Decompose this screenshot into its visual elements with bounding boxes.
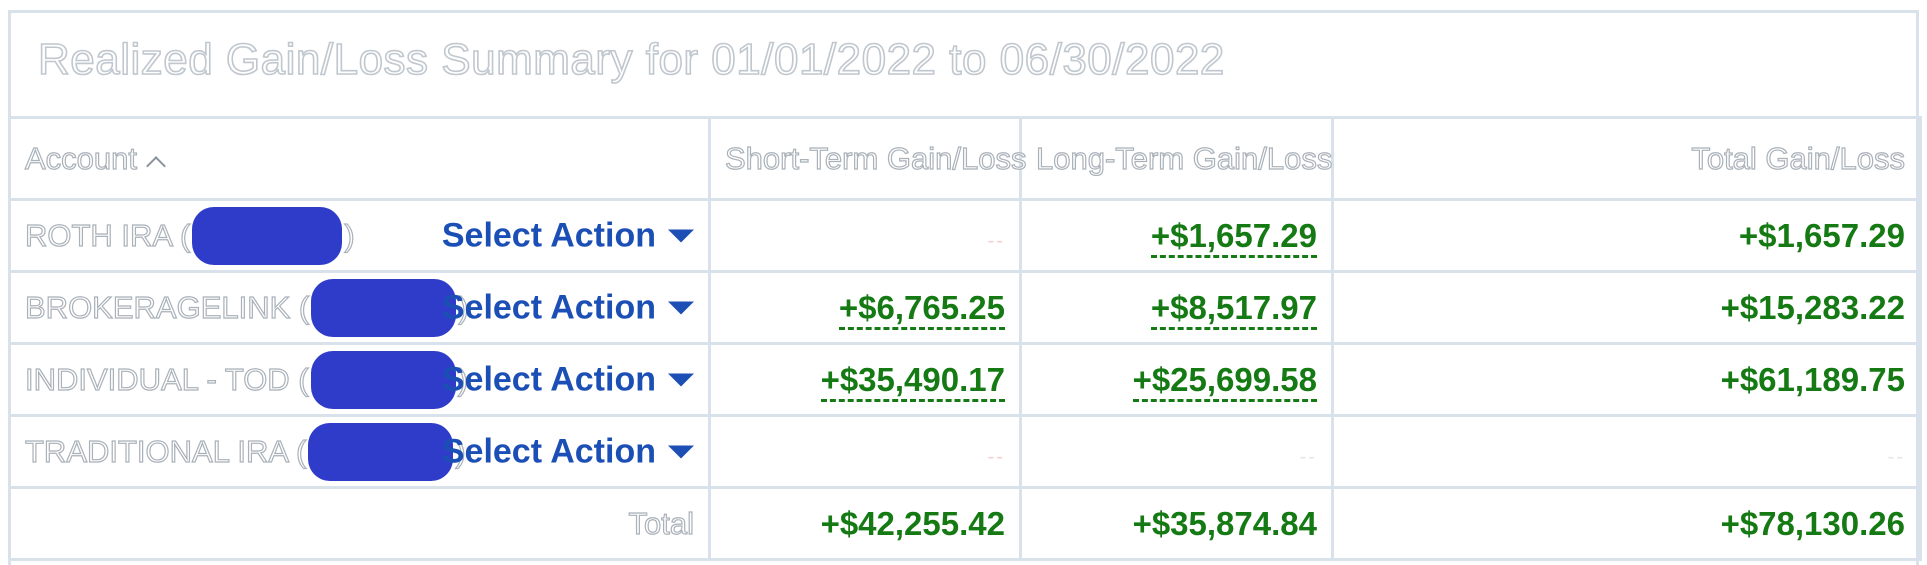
short-term-gain-link[interactable]: +$6,765.25 xyxy=(838,288,1005,330)
total-label: Total xyxy=(8,486,711,561)
table-row: TRADITIONAL IRA ( ) Select Action -- -- … xyxy=(8,414,1922,489)
empty-value: -- xyxy=(1887,445,1905,468)
short-term-cell: -- xyxy=(708,414,1022,489)
select-action-label: Select Action xyxy=(441,432,656,470)
short-term-gain-link[interactable]: +$35,490.17 xyxy=(820,360,1005,402)
caret-down-icon xyxy=(668,301,694,314)
account-header-label: Account xyxy=(24,140,138,176)
gain-loss-table: Account Short-Term Gain/Loss Long-Term G… xyxy=(8,116,1922,561)
totals-row: Total +$42,255.42 +$35,874.84 +$78,130.2… xyxy=(8,486,1922,561)
total-column-header: Total Gain/Loss xyxy=(1331,116,1922,201)
select-action-button[interactable]: Select Action xyxy=(442,288,694,327)
empty-value: -- xyxy=(987,445,1005,468)
select-action-label: Select Action xyxy=(441,288,656,326)
header-row: Account Short-Term Gain/Loss Long-Term G… xyxy=(8,116,1922,201)
select-action-label: Select Action xyxy=(441,360,656,398)
account-cell: ROTH IRA ( ) Select Action xyxy=(8,198,711,273)
empty-value: -- xyxy=(1299,445,1317,468)
account-column-header[interactable]: Account xyxy=(8,116,711,201)
account-name: INDIVIDUAL - TOD ( xyxy=(24,361,309,397)
account-cell: BROKERAGELINK ( ) Select Action xyxy=(8,270,711,345)
long-term-cell: -- xyxy=(1019,414,1334,489)
long-term-cell: +$25,699.58 xyxy=(1019,342,1334,417)
select-action-button[interactable]: Select Action xyxy=(442,432,694,471)
total-cell: +$61,189.75 xyxy=(1331,342,1922,417)
chevron-up-icon[interactable] xyxy=(146,155,166,176)
caret-down-icon xyxy=(668,373,694,386)
long-term-gain-link[interactable]: +$1,657.29 xyxy=(1150,216,1317,258)
redacted-account-number xyxy=(311,278,457,337)
page-title: Realized Gain/Loss Summary for 01/01/202… xyxy=(37,34,1225,85)
select-action-label: Select Action xyxy=(441,216,656,254)
caret-down-icon xyxy=(668,229,694,242)
long-term-column-header: Long-Term Gain/Loss xyxy=(1019,116,1334,201)
grand-total: +$78,130.26 xyxy=(1331,486,1922,561)
redacted-account-number xyxy=(192,206,343,265)
account-cell: TRADITIONAL IRA ( ) Select Action xyxy=(8,414,711,489)
long-term-cell: +$8,517.97 xyxy=(1019,270,1334,345)
total-cell: +$15,283.22 xyxy=(1331,270,1922,345)
total-cell: +$1,657.29 xyxy=(1331,198,1922,273)
short-term-cell: -- xyxy=(708,198,1022,273)
account-close-paren: ) xyxy=(344,217,356,253)
account-name: TRADITIONAL IRA ( xyxy=(24,433,307,469)
short-term-total: +$42,255.42 xyxy=(708,486,1022,561)
account-cell: INDIVIDUAL - TOD ( ) Select Action xyxy=(8,342,711,417)
redacted-account-number xyxy=(308,422,454,481)
redacted-account-number xyxy=(310,350,456,409)
long-term-gain-link[interactable]: +$8,517.97 xyxy=(1150,288,1317,330)
table-row: INDIVIDUAL - TOD ( ) Select Action +$35,… xyxy=(8,342,1922,417)
select-action-button[interactable]: Select Action xyxy=(442,360,694,399)
account-name: BROKERAGELINK ( xyxy=(24,289,310,325)
table-row: ROTH IRA ( ) Select Action -- +$1,657.29… xyxy=(8,198,1922,273)
short-term-cell: +$6,765.25 xyxy=(708,270,1022,345)
long-term-total: +$35,874.84 xyxy=(1019,486,1334,561)
short-term-column-header: Short-Term Gain/Loss xyxy=(708,116,1027,201)
total-cell: -- xyxy=(1331,414,1922,489)
long-term-cell: +$1,657.29 xyxy=(1019,198,1334,273)
select-action-button[interactable]: Select Action xyxy=(442,216,694,255)
caret-down-icon xyxy=(668,445,694,458)
empty-value: -- xyxy=(987,229,1005,252)
short-term-cell: +$35,490.17 xyxy=(708,342,1022,417)
long-term-gain-link[interactable]: +$25,699.58 xyxy=(1132,360,1317,402)
table-row: BROKERAGELINK ( ) Select Action +$6,765.… xyxy=(8,270,1922,345)
account-name: ROTH IRA ( xyxy=(24,217,191,253)
